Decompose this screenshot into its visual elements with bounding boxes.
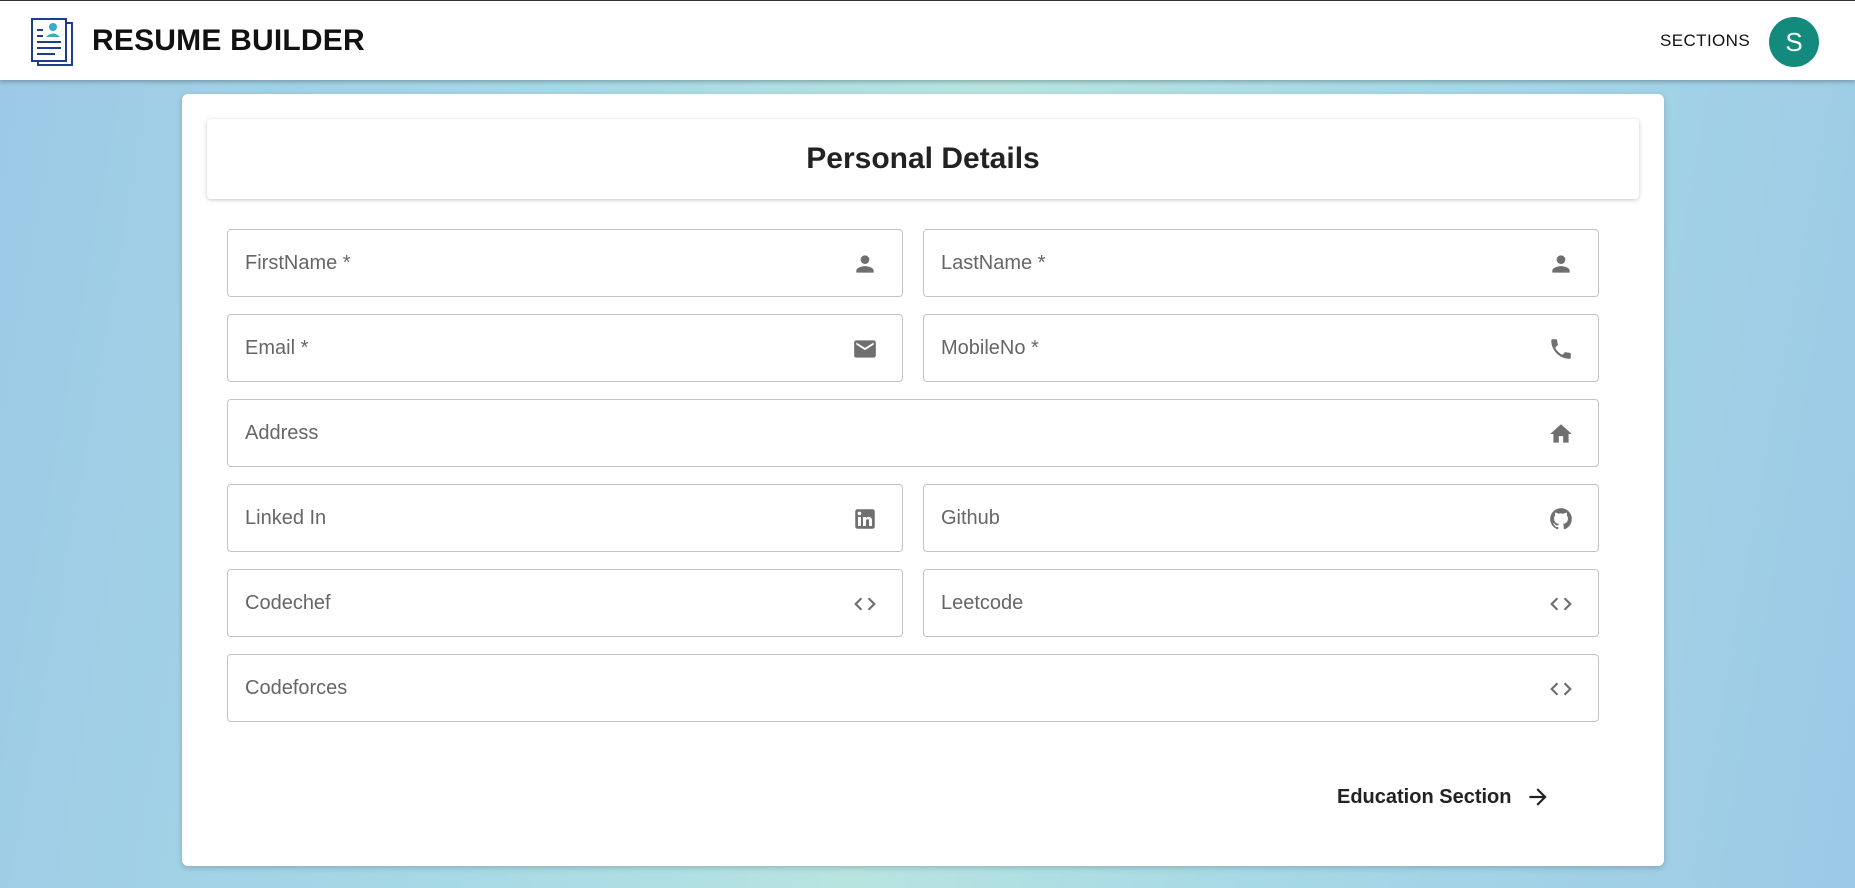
mobile-input[interactable]	[941, 315, 1541, 381]
arrow-right-icon	[1525, 784, 1551, 810]
section-title: Personal Details	[806, 142, 1040, 175]
codeforces-input[interactable]	[245, 655, 1535, 721]
section-header: Personal Details	[207, 119, 1639, 199]
mobile-field[interactable]	[923, 314, 1599, 382]
resume-logo-icon	[28, 17, 76, 67]
code-icon	[1548, 676, 1574, 702]
app-bar: RESUME BUILDER SECTIONS S	[0, 0, 1855, 80]
codechef-input[interactable]	[245, 570, 845, 636]
person-icon	[852, 251, 878, 277]
github-input[interactable]	[941, 485, 1541, 551]
personal-details-card: Personal Details FirstName * LastName * …	[182, 94, 1664, 866]
home-icon	[1548, 421, 1574, 447]
address-input[interactable]	[245, 400, 1535, 466]
code-icon	[1548, 591, 1574, 617]
education-section-label: Education Section	[1337, 785, 1512, 808]
code-icon	[852, 591, 878, 617]
user-avatar[interactable]: S	[1769, 17, 1819, 67]
linkedin-icon	[852, 506, 878, 532]
last-name-field[interactable]	[923, 229, 1599, 297]
app-title: RESUME BUILDER	[92, 24, 365, 57]
linkedin-field[interactable]	[227, 484, 903, 552]
education-section-button[interactable]: Education Section	[1337, 777, 1551, 817]
address-field[interactable]	[227, 399, 1599, 467]
github-field[interactable]	[923, 484, 1599, 552]
leetcode-field[interactable]	[923, 569, 1599, 637]
email-icon	[852, 336, 878, 362]
sections-nav-button[interactable]: SECTIONS	[1660, 31, 1750, 51]
last-name-input[interactable]	[941, 230, 1541, 296]
codeforces-field[interactable]	[227, 654, 1599, 722]
email-field[interactable]	[227, 314, 903, 382]
first-name-field[interactable]	[227, 229, 903, 297]
first-name-input[interactable]	[245, 230, 845, 296]
leetcode-input[interactable]	[941, 570, 1541, 636]
github-icon	[1548, 506, 1574, 532]
codechef-field[interactable]	[227, 569, 903, 637]
email-input[interactable]	[245, 315, 845, 381]
person-icon	[1548, 251, 1574, 277]
phone-icon	[1548, 336, 1574, 362]
linkedin-input[interactable]	[245, 485, 845, 551]
